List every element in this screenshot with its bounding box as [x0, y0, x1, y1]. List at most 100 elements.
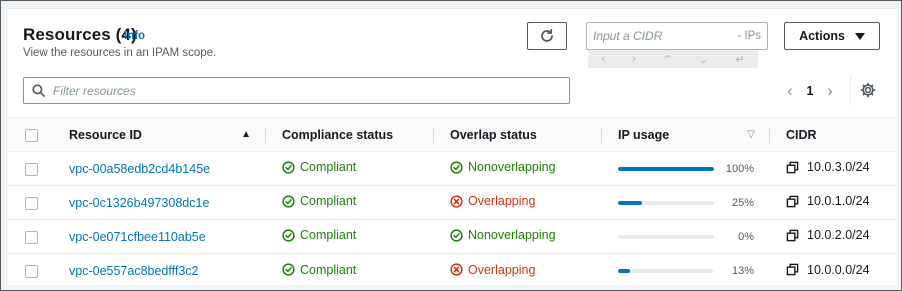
table-row[interactable]: vpc-0e557ac8bedfff3c2 Compliant Overlapp…: [8, 254, 896, 288]
actions-button[interactable]: Actions: [784, 22, 880, 50]
copy-icon[interactable]: [786, 263, 799, 276]
select-all-checkbox[interactable]: [25, 128, 38, 142]
resource-id-link[interactable]: vpc-00a58edb2cd4b145e: [69, 162, 210, 176]
page-title: Resources (4): [23, 25, 137, 44]
cidr-label: 10.0.0.0/24: [807, 262, 870, 277]
ip-usage-percent: 13%: [731, 264, 754, 277]
ip-usage-percent: 25%: [731, 196, 754, 209]
settings-button[interactable]: [860, 82, 876, 103]
ip-usage-percent: 100%: [725, 162, 754, 175]
cidr-label: 10.0.1.0/24: [807, 194, 870, 209]
resource-id-link[interactable]: vpc-0e071cfbee110ab5e: [69, 230, 206, 244]
cidr-cell: 10.0.0.0/24: [769, 254, 896, 288]
resource-id-link[interactable]: vpc-0e557ac8bedfff3c2: [69, 264, 199, 278]
error-circle-icon: [450, 263, 463, 276]
page-description: View the resources in an IPAM scope.: [23, 47, 217, 59]
ip-usage: 0%: [618, 231, 769, 243]
check-circle-icon: [282, 195, 295, 208]
ip-usage-bar: [618, 200, 714, 205]
cidr-value: 10.0.0.0/24: [786, 263, 870, 277]
copy-icon[interactable]: [786, 161, 799, 174]
caret-down-icon: [854, 32, 865, 40]
overlap-label: Nonoverlapping: [468, 228, 556, 243]
row-select-cell: [8, 254, 52, 288]
column-header-compliance[interactable]: Compliance status: [265, 117, 433, 152]
cidr-ip-count: - IPs: [737, 30, 761, 42]
cidr-cell: 10.0.2.0/24: [769, 219, 896, 254]
ip-usage-cell: 100%: [601, 151, 769, 186]
cidr-input[interactable]: [593, 29, 738, 43]
copy-icon[interactable]: [786, 229, 799, 242]
cidr-value: 10.0.3.0/24: [786, 160, 870, 174]
cidr-enter-icon[interactable]: ↵: [735, 53, 744, 66]
table-row[interactable]: vpc-0e071cfbee110ab5e Compliant Nonoverl…: [8, 219, 896, 254]
resources-table: Resource ID ▲ Compliance status Overlap …: [8, 117, 896, 288]
cidr-down-icon[interactable]: ⌄: [699, 53, 708, 66]
table-header-row: Resource ID ▲ Compliance status Overlap …: [8, 117, 896, 152]
actions-label: Actions: [799, 29, 845, 43]
cidr-prev-icon[interactable]: ‹: [602, 53, 606, 65]
row-checkbox[interactable]: [25, 196, 38, 210]
compliance-label: Compliant: [300, 194, 357, 209]
column-header-overlap[interactable]: Overlap status: [433, 117, 601, 152]
column-header-ip-usage[interactable]: IP usage ▽: [601, 117, 769, 152]
row-checkbox[interactable]: [25, 264, 38, 278]
compliance-cell: Compliant: [265, 185, 433, 220]
overlap-cell: Nonoverlapping: [433, 219, 601, 254]
ip-usage: 25%: [618, 197, 769, 209]
compliance-label: Compliant: [300, 228, 357, 243]
resource-id-link[interactable]: vpc-0c1326b497308dc1e: [69, 196, 209, 210]
cidr-navigation: ‹ › ⌃ ⌄ ↵: [588, 50, 758, 68]
cidr-input-box[interactable]: - IPs: [586, 22, 768, 50]
table-row[interactable]: vpc-00a58edb2cd4b145e Compliant Nonoverl…: [8, 151, 896, 186]
column-label: Overlap status: [450, 127, 537, 142]
row-checkbox[interactable]: [25, 162, 38, 176]
cidr-label: 10.0.3.0/24: [807, 160, 870, 175]
app-frame: Resources (4) Info View the resources in…: [0, 0, 902, 291]
overlap-status: Nonoverlapping: [450, 160, 556, 174]
ip-usage: 13%: [618, 265, 769, 277]
next-page-icon[interactable]: ›: [820, 81, 840, 101]
prev-page-icon[interactable]: ‹: [780, 81, 800, 101]
cidr-value: 10.0.1.0/24: [786, 194, 870, 208]
ip-usage-percent: 0%: [738, 230, 754, 243]
column-header-resource-id[interactable]: Resource ID ▲: [52, 117, 265, 152]
overlap-cell: Overlapping: [433, 185, 601, 220]
check-circle-icon: [282, 161, 295, 174]
column-label: IP usage: [618, 127, 670, 142]
compliance-status: Compliant: [282, 160, 356, 174]
refresh-button[interactable]: [527, 22, 567, 50]
filter-box[interactable]: [23, 77, 570, 104]
overlap-label: Overlapping: [468, 262, 536, 277]
cidr-value: 10.0.2.0/24: [786, 228, 870, 242]
compliance-cell: Compliant: [265, 151, 433, 186]
compliance-status: Compliant: [282, 194, 356, 208]
check-circle-icon: [450, 161, 463, 174]
cidr-next-icon[interactable]: ›: [632, 53, 636, 65]
ip-usage: 100%: [618, 163, 769, 175]
info-link[interactable]: Info: [124, 30, 145, 42]
check-circle-icon: [282, 263, 295, 276]
resource-id-cell: vpc-0c1326b497308dc1e: [52, 185, 265, 220]
sort-ascending-icon[interactable]: ▲: [241, 129, 251, 140]
cidr-up-icon[interactable]: ⌃: [663, 53, 672, 66]
compliance-status: Compliant: [282, 263, 356, 277]
row-select-cell: [8, 151, 52, 186]
page-number[interactable]: 1: [800, 84, 820, 98]
table-row[interactable]: vpc-0c1326b497308dc1e Compliant Overlapp…: [8, 185, 896, 220]
resources-panel: Resources (4) Info View the resources in…: [8, 8, 896, 285]
compliance-status: Compliant: [282, 228, 356, 242]
resource-id-cell: vpc-0e071cfbee110ab5e: [52, 219, 265, 254]
overlap-cell: Nonoverlapping: [433, 151, 601, 186]
pagination: ‹ 1 ›: [780, 81, 840, 101]
sort-descending-icon[interactable]: ▽: [747, 129, 755, 140]
filter-input[interactable]: [53, 83, 569, 98]
ip-usage-fill: [618, 200, 642, 205]
compliance-label: Compliant: [300, 262, 357, 277]
column-header-cidr[interactable]: CIDR: [769, 117, 896, 152]
cidr-cell: 10.0.3.0/24: [769, 151, 896, 186]
error-circle-icon: [450, 195, 463, 208]
row-select-cell: [8, 185, 52, 220]
row-checkbox[interactable]: [25, 230, 38, 244]
copy-icon[interactable]: [786, 195, 799, 208]
